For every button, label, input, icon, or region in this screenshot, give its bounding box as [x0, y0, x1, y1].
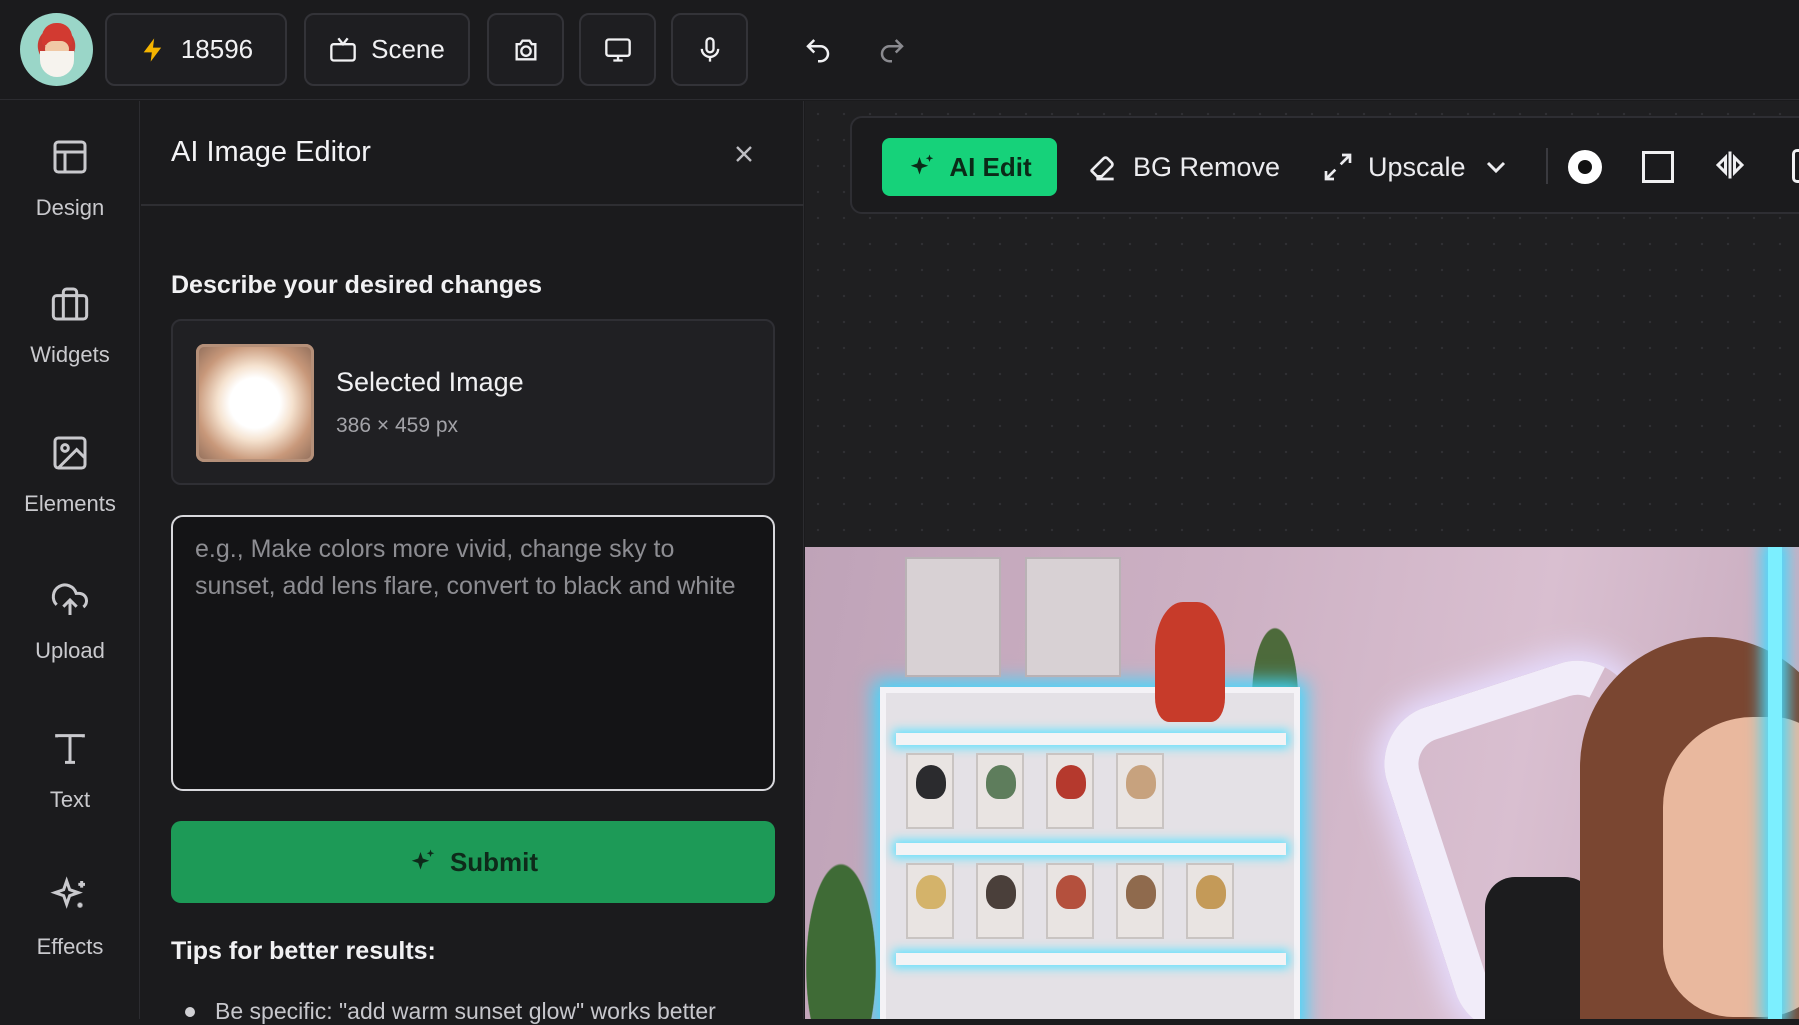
expand-icon — [1324, 153, 1352, 181]
display-button[interactable] — [579, 13, 656, 86]
top-shelf-box — [905, 557, 1001, 677]
selected-image-thumbnail — [196, 344, 314, 462]
chevron-down-icon — [1486, 161, 1505, 174]
neon-strip — [1768, 547, 1782, 1019]
rail-label-text: Text — [49, 787, 91, 812]
rail-label-elements: Elements — [24, 491, 116, 516]
lightning-icon — [143, 37, 162, 62]
layout-icon — [53, 140, 87, 174]
undo-icon — [806, 39, 830, 63]
panel-header: AI Image Editor — [141, 101, 804, 206]
plant-decoration — [805, 807, 895, 1019]
undo-button[interactable] — [800, 32, 836, 68]
selected-image-title: Selected Image — [336, 367, 524, 397]
sparkles-icon — [411, 849, 435, 870]
upscale-dropdown[interactable]: Upscale — [1322, 140, 1512, 194]
rail-label-upload: Upload — [35, 638, 105, 663]
camera-icon — [515, 39, 536, 60]
microphone-icon — [700, 36, 719, 62]
close-icon — [736, 146, 752, 162]
top-shelf-box — [1025, 557, 1121, 677]
tv-icon — [330, 37, 356, 62]
rail-item-elements[interactable]: Elements — [0, 433, 140, 553]
canvas-photo[interactable] — [805, 547, 1799, 1019]
tip-item: Be specific: "add warm sunset glow" work… — [215, 998, 716, 1024]
shelf-image-region — [880, 687, 1300, 1019]
rail-item-text[interactable]: Text — [0, 729, 140, 849]
tip-bullet — [185, 1007, 195, 1017]
canvas-area[interactable]: AI Edit BG Remove Upscale — [805, 101, 1799, 1019]
toolbar-divider — [1546, 148, 1548, 184]
panel-title: AI Image Editor — [171, 136, 371, 168]
ai-edit-label: AI Edit — [949, 151, 1032, 182]
crop-square-icon[interactable] — [1642, 151, 1674, 183]
credits-count: 18596 — [180, 34, 254, 64]
rail-label-design: Design — [35, 195, 105, 220]
selected-image-dimensions: 386 × 459 px — [336, 414, 459, 437]
text-icon — [55, 734, 85, 764]
rail-item-widgets[interactable]: Widgets — [0, 284, 140, 404]
describe-label: Describe your desired changes — [171, 271, 542, 299]
eraser-icon — [1090, 156, 1114, 181]
red-figure — [1155, 602, 1225, 722]
rail-label-widgets: Widgets — [30, 342, 110, 367]
monitor-icon — [604, 37, 631, 62]
scene-label: Scene — [371, 34, 445, 64]
flip-horizontal-icon[interactable] — [1712, 147, 1748, 183]
rail-item-upload[interactable]: Upload — [0, 580, 140, 700]
submit-button[interactable]: Submit — [171, 821, 775, 903]
sparkles-icon — [911, 154, 934, 175]
santa-avatar-icon[interactable] — [20, 13, 93, 86]
frame-icon[interactable] — [1792, 149, 1799, 183]
briefcase-icon — [51, 287, 89, 321]
rail-item-design[interactable]: Design — [0, 137, 140, 257]
screenshot-button[interactable] — [487, 13, 564, 86]
microphone-button[interactable] — [671, 13, 748, 86]
ai-edit-button[interactable]: AI Edit — [882, 138, 1057, 196]
circle-mask-icon[interactable] — [1568, 150, 1602, 184]
rail-label-effects: Effects — [36, 934, 104, 959]
chair — [1485, 877, 1595, 1019]
bg-remove-button[interactable]: BG Remove — [1087, 140, 1280, 194]
rail-item-effects[interactable]: Effects — [0, 876, 140, 996]
bg-remove-label: BG Remove — [1133, 151, 1281, 182]
submit-label: Submit — [449, 846, 539, 877]
redo-icon — [880, 39, 904, 63]
prompt-input[interactable] — [171, 515, 775, 791]
selected-image-card: Selected Image 386 × 459 px — [171, 319, 775, 485]
redo-button[interactable] — [874, 32, 910, 68]
credits-button[interactable]: 18596 — [105, 13, 287, 86]
left-rail: Design Widgets Elements Upload Text Effe… — [0, 101, 140, 1019]
close-button[interactable] — [729, 139, 759, 169]
ai-image-editor-panel: AI Image Editor Describe your desired ch… — [141, 101, 804, 1024]
image-icon — [53, 436, 87, 470]
tips-title: Tips for better results: — [171, 937, 436, 965]
image-toolbar: AI Edit BG Remove Upscale — [850, 116, 1799, 214]
cloud-upload-icon — [51, 583, 89, 615]
upscale-label: Upscale — [1368, 151, 1466, 182]
top-bar: 18596 Scene — [0, 0, 1799, 100]
sparkles-icon — [50, 876, 85, 909]
scene-button[interactable]: Scene — [304, 13, 470, 86]
